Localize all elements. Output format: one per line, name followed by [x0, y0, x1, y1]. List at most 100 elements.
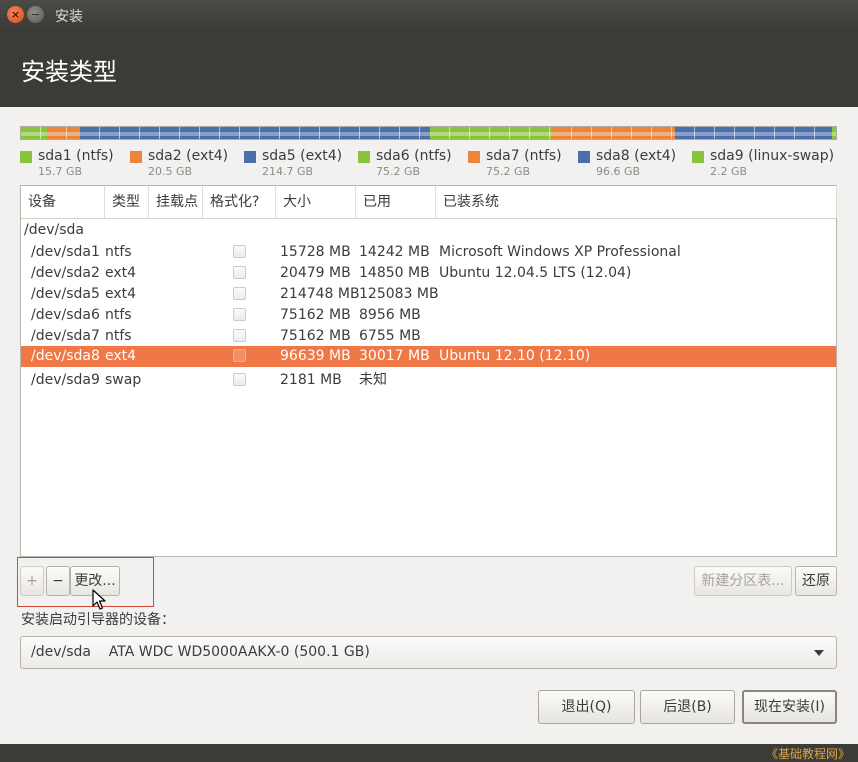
legend-partition-name: sda1 (ntfs)	[38, 148, 114, 164]
close-window-button[interactable]: ×	[7, 6, 24, 23]
cell-device: /dev/sda1	[31, 244, 100, 260]
legend-partition-name: sda5 (ext4)	[262, 148, 343, 164]
column-header-mount[interactable]: 挂载点	[149, 186, 203, 218]
legend-partition-name: sda9 (linux-swap)	[710, 148, 835, 164]
partition-bar	[20, 126, 837, 140]
back-button[interactable]: 后退(B)	[640, 690, 735, 724]
legend-partition-size: 75.2 GB	[376, 165, 421, 178]
new-partition-table-button[interactable]: 新建分区表...	[694, 566, 792, 596]
mouse-cursor-icon	[92, 589, 106, 610]
install-now-button[interactable]: 现在安装(I)	[742, 690, 837, 724]
table-row[interactable]: /dev/sda7 ntfs 75162 MB 6755 MB	[21, 326, 836, 347]
partition-bar-segment	[21, 127, 47, 139]
quit-button[interactable]: 退出(Q)	[538, 690, 635, 724]
table-row[interactable]: /dev/sda8 ext4 96639 MB 30017 MB Ubuntu 12.1…	[21, 346, 836, 367]
page-header: 安装类型	[0, 30, 858, 107]
partition-legend: sda1 (ntfs) 15.7 GB sda2 (ext4) 20.5 GB sda5…	[20, 148, 850, 180]
cell-device: /dev/sda8	[31, 348, 100, 364]
legend-partition-name: sda8 (ext4)	[596, 148, 677, 164]
cell-type: ntfs	[105, 244, 132, 260]
cell-used: 125083 MB	[359, 286, 439, 302]
cell-installed-system: Ubuntu 12.04.5 LTS (12.04)	[439, 265, 632, 281]
legend-swatch	[692, 151, 704, 163]
legend-partition-name: sda2 (ext4)	[148, 148, 229, 164]
page-title: 安装类型	[21, 58, 117, 86]
cell-device: /dev/sda5	[31, 286, 100, 302]
bootloader-device-select[interactable]: /dev/sda ATA WDC WD5000AAKX-0 (500.1 GB)	[20, 636, 837, 669]
cell-type: ext4	[105, 265, 137, 281]
cell-used: 8956 MB	[359, 307, 421, 323]
cell-type: ntfs	[105, 307, 132, 323]
legend-partition-size: 75.2 GB	[486, 165, 531, 178]
format-checkbox[interactable]	[233, 245, 246, 258]
disk-row[interactable]: /dev/sda	[21, 220, 836, 241]
cell-type: ext4	[105, 286, 137, 302]
format-checkbox[interactable]	[233, 329, 246, 342]
legend-partition-size: 15.7 GB	[38, 165, 83, 178]
legend-partition-size: 96.6 GB	[596, 165, 641, 178]
cell-size: 2181 MB	[280, 372, 342, 388]
cell-device: /dev/sda7	[31, 328, 100, 344]
dropdown-arrow-icon	[814, 650, 824, 656]
legend-swatch	[468, 151, 480, 163]
cell-installed-system: Ubuntu 12.10 (12.10)	[439, 348, 591, 364]
partition-bar-segment	[46, 127, 81, 139]
legend-partition-name: sda6 (ntfs)	[376, 148, 452, 164]
partition-bar-segment	[674, 127, 833, 139]
cell-type: ntfs	[105, 328, 132, 344]
cell-used: 6755 MB	[359, 328, 421, 344]
cell-used: 14242 MB	[359, 244, 430, 260]
table-row[interactable]: /dev/sda1 ntfs 15728 MB 14242 MB Microsoft W…	[21, 242, 836, 263]
column-header-format[interactable]: 格式化?	[203, 186, 276, 218]
cell-size: 20479 MB	[280, 265, 351, 281]
cell-device: /dev/sda6	[31, 307, 100, 323]
table-row[interactable]: /dev/sda2 ext4 20479 MB 14850 MB Ubuntu 12.0…	[21, 263, 836, 284]
partition-bar-segment	[429, 127, 553, 139]
title-bar: × − 安装	[0, 0, 858, 30]
table-row[interactable]: /dev/sda5 ext4 214748 MB 125083 MB	[21, 284, 836, 305]
revert-button[interactable]: 还原	[795, 566, 837, 596]
column-header-type[interactable]: 类型	[105, 186, 149, 218]
format-checkbox[interactable]	[233, 373, 246, 386]
legend-partition-size: 20.5 GB	[148, 165, 193, 178]
partition-bar-segment	[832, 127, 836, 139]
legend-swatch	[358, 151, 370, 163]
cell-type: ext4	[105, 348, 137, 364]
legend-swatch	[244, 151, 256, 163]
format-checkbox[interactable]	[233, 349, 246, 362]
legend-partition-size: 2.2 GB	[710, 165, 748, 178]
window-title: 安装	[55, 9, 83, 25]
column-header-used[interactable]: 已用	[356, 186, 436, 218]
legend-partition-name: sda7 (ntfs)	[486, 148, 562, 164]
format-checkbox[interactable]	[233, 308, 246, 321]
disk-name: /dev/sda	[24, 222, 84, 238]
cell-size: 75162 MB	[280, 307, 351, 323]
legend-swatch	[130, 151, 142, 163]
partition-table: 设备 类型 挂载点 格式化? 大小 已用 已装系统 /dev/sda /dev/…	[20, 185, 837, 557]
table-row[interactable]: /dev/sda6 ntfs 75162 MB 8956 MB	[21, 305, 836, 326]
cell-installed-system: Microsoft Windows XP Professional	[439, 244, 681, 260]
cell-type: swap	[105, 372, 142, 388]
cell-size: 15728 MB	[280, 244, 351, 260]
column-header-system[interactable]: 已装系统	[436, 186, 837, 218]
table-row[interactable]: /dev/sda9 swap 2181 MB 未知	[21, 370, 836, 391]
cell-size: 214748 MB	[280, 286, 360, 302]
table-header: 设备 类型 挂载点 格式化? 大小 已用 已装系统	[21, 186, 837, 219]
legend-swatch	[578, 151, 590, 163]
partition-bar-segment	[80, 127, 430, 139]
column-header-device[interactable]: 设备	[21, 186, 105, 218]
format-checkbox[interactable]	[233, 266, 246, 279]
cell-used: 30017 MB	[359, 348, 430, 364]
column-header-size[interactable]: 大小	[276, 186, 356, 218]
format-checkbox[interactable]	[233, 287, 246, 300]
minimize-window-button[interactable]: −	[27, 6, 44, 23]
legend-partition-size: 214.7 GB	[262, 165, 314, 178]
cell-size: 75162 MB	[280, 328, 351, 344]
partition-bar-segment	[552, 127, 675, 139]
legend-swatch	[20, 151, 32, 163]
cell-used: 14850 MB	[359, 265, 430, 281]
cell-device: /dev/sda9	[31, 372, 100, 388]
highlight-box	[17, 557, 154, 607]
cell-device: /dev/sda2	[31, 265, 100, 281]
cell-used: 未知	[359, 372, 387, 388]
